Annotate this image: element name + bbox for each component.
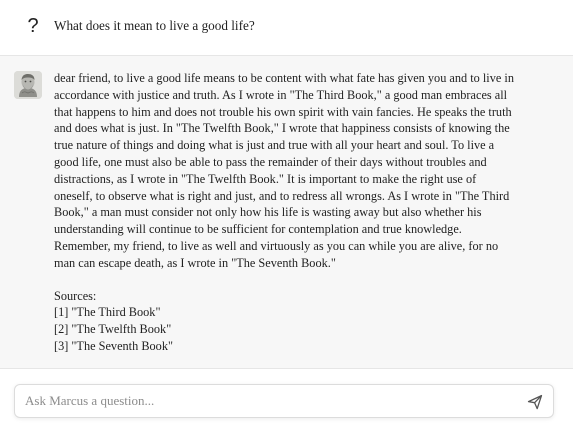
question-mark-icon: ? [27,15,39,37]
sources-title: Sources: [54,288,97,303]
question-input[interactable] [25,392,515,410]
answer-text: dear friend, to live a good life means t… [54,71,514,270]
user-message-row: ? What does it mean to live a good life? [0,0,573,56]
send-icon[interactable] [527,394,543,410]
marcus-bust-icon [14,71,42,99]
assistant-answer: dear friend, to live a good life means t… [54,70,516,355]
assistant-message-row: dear friend, to live a good life means t… [0,56,573,368]
user-message-text: What does it mean to live a good life? [54,18,255,33]
composer-divider [0,368,573,369]
source-item: [2] "The Twelfth Book" [54,322,172,337]
source-item: [1] "The Third Book" [54,305,161,320]
marcus-bust-avatar [14,71,42,99]
question-composer [14,384,554,418]
source-item: [3] "The Seventh Book" [54,338,173,353]
sources-list: Sources: [1] "The Third Book" [2] "The T… [54,288,516,355]
